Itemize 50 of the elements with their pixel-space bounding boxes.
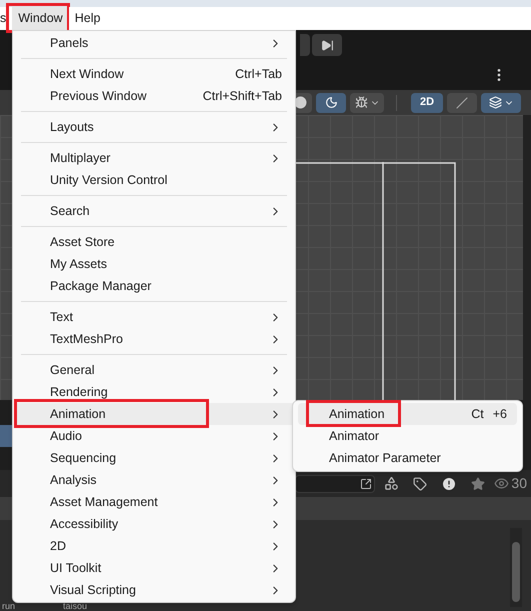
eye-icon[interactable] [494,476,510,491]
asset-label[interactable]: run [2,601,16,611]
tag-icon[interactable] [413,476,428,490]
asset-label[interactable]: taisou [63,601,88,611]
toolbar-button[interactable] [350,92,384,112]
submenu-item[interactable]: Animator [298,425,517,447]
menu-item[interactable]: Previous Window Ctrl+Shift+Tab [14,85,294,107]
step-button[interactable] [312,34,342,56]
menu-item[interactable]: Asset Store [14,231,294,253]
mode-button[interactable]: 2D [411,92,443,112]
menu-item[interactable]: General [14,359,294,381]
shortcut-text: Ctrl+Shift+Tab [202,88,282,105]
scrollbar[interactable] [510,528,522,607]
slash-icon [456,96,468,108]
menu-item[interactable]: Rendering [14,381,294,403]
visible-count: 30 [511,474,527,493]
shortcut-text: Ct [471,406,484,423]
menu-item[interactable]: Next Window Ctrl+Tab [14,63,294,85]
menu-item[interactable]: Sequencing [14,447,294,469]
menu-item[interactable]: Unity Version Control [14,169,294,191]
menu-item[interactable]: Panels [14,32,294,54]
menu-item[interactable]: Visual Scripting [14,579,294,601]
menu-item[interactable]: 2D [14,535,294,557]
submenu-item[interactable]: Animator Parameter [298,447,517,469]
menu-item[interactable]: UI Toolkit [14,557,294,579]
shapes-icon[interactable] [384,476,400,491]
alert-icon[interactable] [441,476,458,492]
search-field[interactable] [295,474,376,492]
toolbar-button[interactable] [316,92,346,112]
moon-icon [324,96,338,109]
star-icon[interactable] [471,476,486,490]
menu-item[interactable]: Layouts [14,116,294,138]
menu-item[interactable]: TextMeshPro [14,328,294,350]
submenu-item[interactable]: Animation Ct +6 [298,403,517,425]
menu-item[interactable]: My Assets [14,253,294,275]
menu-item[interactable]: Accessibility [14,513,294,535]
menu-item[interactable]: Audio [14,425,294,447]
window-icon [360,478,372,490]
step-icon [320,38,334,52]
menu-item[interactable]: Search [14,200,294,222]
menu-item[interactable]: Package Manager [14,275,294,297]
menu-item[interactable]: Multiplayer [14,147,294,169]
shortcut-text: +6 [492,406,507,423]
layers-icon [488,96,502,109]
menu-item[interactable]: Asset Management [14,491,294,513]
menu-item[interactable]: Text [14,306,294,328]
menu-item[interactable]: Analysis [14,469,294,491]
toolbar-button[interactable] [481,92,521,112]
shortcut-text: Ctrl+Tab [235,66,282,83]
bug-icon [354,96,368,109]
